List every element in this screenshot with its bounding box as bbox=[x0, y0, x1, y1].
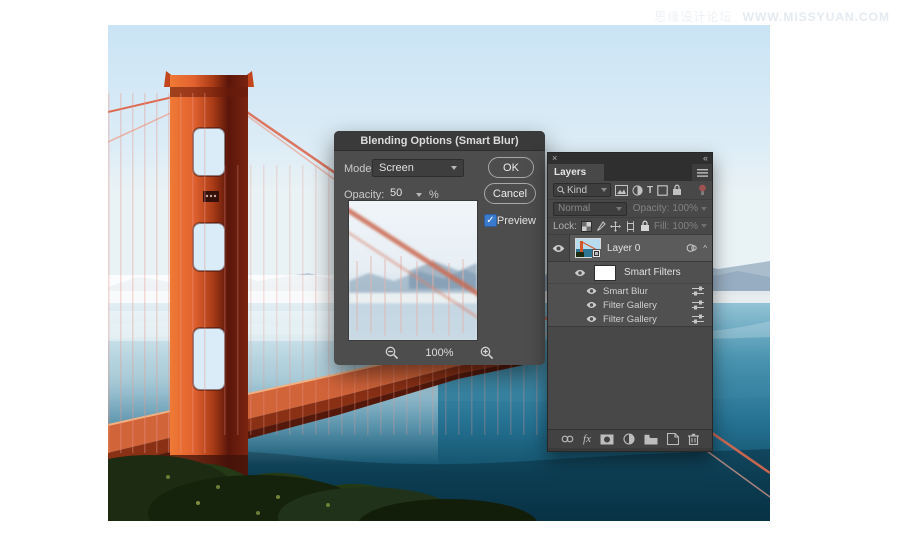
filter-mask-thumbnail[interactable] bbox=[594, 264, 616, 281]
fill-value[interactable]: 100% bbox=[672, 221, 698, 232]
filter-item-label[interactable]: Filter Gallery bbox=[603, 314, 692, 325]
layer0-thumbnail[interactable] bbox=[575, 238, 601, 258]
preview-checkbox-label: Preview bbox=[496, 215, 536, 227]
layer0-name[interactable]: Layer 0 bbox=[607, 243, 686, 254]
panel-menu-icon[interactable] bbox=[692, 164, 712, 181]
fill-label: Fill: bbox=[653, 220, 670, 232]
chevron-down-icon bbox=[615, 206, 622, 211]
mode-select[interactable]: Screen bbox=[372, 159, 464, 177]
opacity-chevron-icon[interactable] bbox=[416, 193, 422, 197]
smart-filter-badge-icon bbox=[686, 244, 697, 252]
filter-item-row[interactable]: Filter Gallery bbox=[548, 312, 712, 327]
visibility-eye-icon[interactable] bbox=[586, 315, 597, 323]
visibility-eye-icon[interactable] bbox=[548, 235, 570, 261]
filter-toggle[interactable] bbox=[698, 184, 707, 196]
filter-type-icon[interactable]: T bbox=[647, 185, 653, 196]
filter-blend-options-icon[interactable] bbox=[692, 286, 704, 296]
mode-value: Screen bbox=[379, 162, 414, 174]
lock-transparency-icon[interactable] bbox=[580, 220, 592, 232]
filter-item-label[interactable]: Smart Blur bbox=[603, 286, 692, 297]
watermark-url-text: WWW.MISSYUAN.COM bbox=[742, 10, 890, 24]
layer0-selected-area[interactable]: Layer 0 ^ bbox=[570, 235, 712, 261]
layer-style-fx-icon[interactable]: fx bbox=[583, 433, 591, 445]
watermark: 思缘设计论坛 WWW.MISSYUAN.COM bbox=[654, 8, 890, 25]
filter-item-row[interactable]: Filter Gallery bbox=[548, 298, 712, 312]
layers-list: Layer 0 ^ Smart Filters Smart Blur Filte… bbox=[548, 235, 712, 327]
filter-item-label[interactable]: Filter Gallery bbox=[603, 300, 692, 311]
suspender-streaks-left bbox=[108, 93, 216, 453]
filter-row: Kind T bbox=[548, 181, 712, 200]
chevron-down-icon bbox=[701, 224, 707, 228]
filter-pixel-layers-icon[interactable] bbox=[615, 184, 628, 196]
adjustment-layer-icon[interactable] bbox=[623, 433, 635, 445]
layer-row-layer0[interactable]: Layer 0 ^ bbox=[548, 235, 712, 262]
delete-layer-trash-icon[interactable] bbox=[687, 433, 699, 445]
watermark-cn-text: 思缘设计论坛 bbox=[654, 10, 733, 24]
preview-image bbox=[349, 201, 477, 340]
collapse-filters-icon[interactable]: ^ bbox=[703, 244, 707, 253]
zoom-in-icon[interactable] bbox=[480, 346, 494, 360]
visibility-eye-icon[interactable] bbox=[574, 269, 586, 277]
smart-object-badge-icon bbox=[592, 249, 601, 258]
panel-opacity-label: Opacity: bbox=[632, 203, 670, 214]
lock-all-icon[interactable] bbox=[640, 220, 650, 232]
blend-row: Normal Opacity: 100% bbox=[548, 200, 712, 218]
preview-thumbnail[interactable] bbox=[348, 200, 478, 341]
chevron-down-icon bbox=[451, 166, 457, 170]
panel-tabrow: Layers bbox=[548, 164, 712, 181]
filter-adjustment-icon[interactable] bbox=[632, 184, 643, 196]
new-group-folder-icon[interactable] bbox=[644, 434, 658, 445]
panel-resize-strip[interactable] bbox=[548, 448, 712, 451]
zoom-level: 100% bbox=[425, 347, 454, 359]
dialog-title: Blending Options (Smart Blur) bbox=[360, 134, 519, 147]
filter-blend-options-icon[interactable] bbox=[692, 314, 704, 324]
smart-filters-label: Smart Filters bbox=[624, 267, 681, 278]
layers-panel: × « Layers Kind T Normal Opacity: 100% L… bbox=[547, 152, 713, 452]
lock-artboard-icon[interactable] bbox=[625, 220, 636, 232]
new-layer-icon[interactable] bbox=[666, 433, 679, 445]
blend-mode-value: Normal bbox=[558, 203, 591, 214]
filter-blend-options-icon[interactable] bbox=[692, 300, 704, 310]
panel-opacity-value[interactable]: 100% bbox=[672, 203, 698, 214]
dialog-titlebar[interactable]: Blending Options (Smart Blur) bbox=[334, 131, 545, 151]
smart-filters-block: Smart Filters Smart Blur Filter Gallery … bbox=[548, 262, 712, 327]
blending-options-dialog: Blending Options (Smart Blur) Mode: Scre… bbox=[334, 131, 545, 365]
tab-layers-label: Layers bbox=[554, 167, 587, 178]
link-layers-icon[interactable] bbox=[561, 435, 574, 443]
layers-panel-footer: fx bbox=[548, 429, 712, 448]
lock-label: Lock: bbox=[553, 220, 577, 232]
mode-label: Mode: bbox=[344, 163, 375, 175]
filter-item-row[interactable]: Smart Blur bbox=[548, 284, 712, 298]
chevron-down-icon bbox=[701, 206, 707, 211]
zoom-out-icon[interactable] bbox=[385, 346, 399, 360]
ok-button[interactable]: OK bbox=[488, 157, 534, 178]
check-icon: ✓ bbox=[486, 215, 495, 226]
tab-layers[interactable]: Layers bbox=[548, 164, 604, 181]
add-mask-icon[interactable] bbox=[600, 434, 614, 445]
visibility-eye-icon[interactable] bbox=[586, 287, 597, 295]
lock-position-icon[interactable] bbox=[609, 220, 621, 232]
kind-filter-value: Kind bbox=[567, 184, 588, 196]
filter-shape-icon[interactable] bbox=[657, 184, 668, 196]
preview-checkbox[interactable]: ✓ bbox=[484, 214, 497, 227]
preview-zoom-controls: 100% bbox=[334, 343, 545, 363]
kind-filter-select[interactable]: Kind bbox=[553, 183, 611, 197]
search-icon bbox=[557, 186, 565, 194]
panel-group-bar: × « bbox=[548, 153, 712, 164]
lock-pixels-icon[interactable] bbox=[596, 220, 606, 232]
chevron-down-icon bbox=[601, 188, 607, 192]
smart-filters-row[interactable]: Smart Filters bbox=[548, 262, 712, 284]
filter-smart-object-icon[interactable] bbox=[672, 184, 682, 196]
blend-mode-select[interactable]: Normal bbox=[553, 201, 627, 216]
lock-row: Lock: Fill: 100% bbox=[548, 218, 712, 235]
close-icon[interactable]: × bbox=[552, 154, 557, 163]
visibility-eye-icon[interactable] bbox=[586, 301, 597, 309]
cancel-button[interactable]: Cancel bbox=[484, 183, 536, 204]
collapse-panel-icon[interactable]: « bbox=[703, 154, 708, 163]
